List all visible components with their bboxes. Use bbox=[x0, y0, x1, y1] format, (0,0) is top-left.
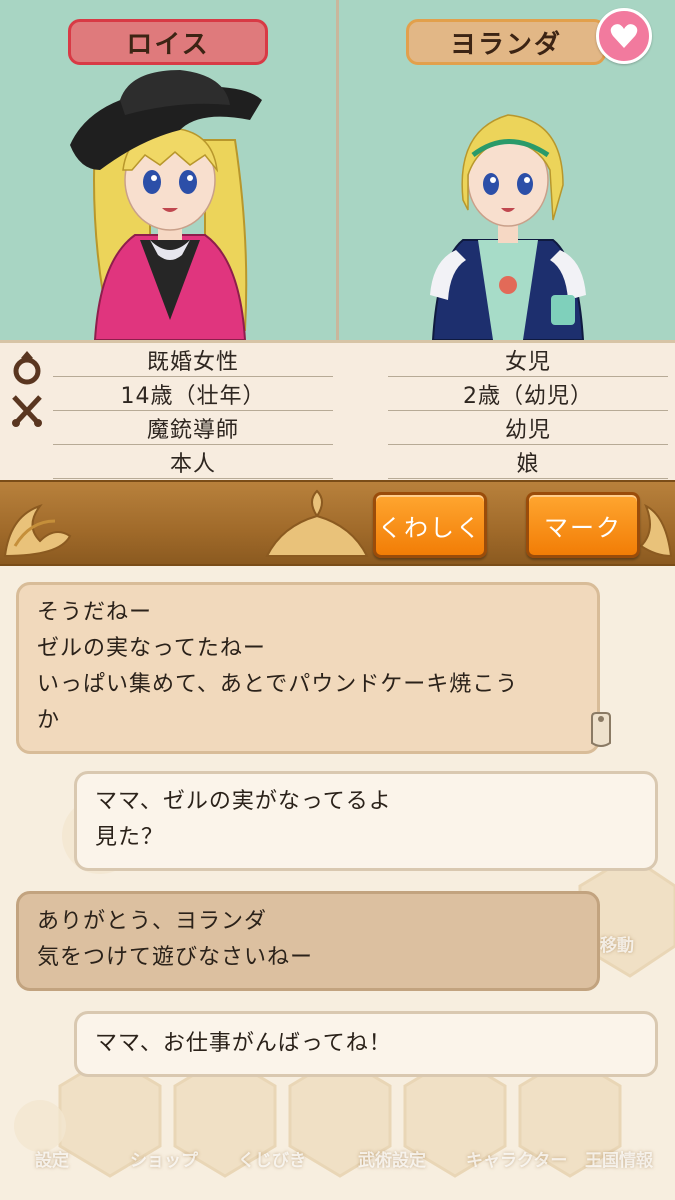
info-marital-status: 女児 bbox=[388, 343, 668, 377]
menu-martial-settings: 武術設定 bbox=[358, 1151, 426, 1171]
info-marital-status: 既婚女性 bbox=[53, 343, 333, 377]
name-tag-lois: ロイス bbox=[68, 19, 268, 65]
menu-kingdom-info: 王国情報 bbox=[585, 1151, 653, 1171]
info-job: 幼児 bbox=[388, 411, 668, 445]
action-bar: くわしく マーク bbox=[0, 480, 675, 566]
menu-lottery: くじびき bbox=[238, 1151, 306, 1171]
info-relation: 本人 bbox=[53, 445, 333, 479]
ornament-right bbox=[639, 503, 673, 558]
menu-settings: 設定 bbox=[35, 1151, 69, 1171]
details-button[interactable]: くわしく bbox=[373, 492, 487, 558]
ornament-center bbox=[265, 489, 369, 557]
character-lois-image bbox=[70, 70, 262, 340]
portrait-lois[interactable]: ロイス bbox=[0, 0, 337, 340]
message-line: 気をつけて遊びなさいねー bbox=[37, 945, 314, 970]
mark-button[interactable]: マーク bbox=[526, 492, 640, 558]
message-line: ママ、ゼルの実がなってるよ bbox=[95, 789, 392, 814]
info-column-yolanda: 女児 2歳（幼児） 幼児 娘 bbox=[388, 343, 668, 479]
info-job: 魔銃導師 bbox=[53, 411, 333, 445]
chat-message-incoming: ありがとう、ヨランダ 気をつけて遊びなさいねー bbox=[16, 891, 600, 991]
chat-message-outgoing: ママ、お仕事がんばってね！ bbox=[74, 1011, 658, 1077]
info-age: 2歳（幼児） bbox=[388, 377, 668, 411]
menu-move: 移動 bbox=[600, 936, 634, 956]
menu-shop: ショップ bbox=[130, 1151, 198, 1171]
message-line: ありがとう、ヨランダ bbox=[37, 909, 268, 934]
pin-icon[interactable] bbox=[588, 711, 614, 749]
crossed-swords-icon bbox=[12, 395, 42, 427]
name-tag-yolanda: ヨランダ bbox=[406, 19, 606, 65]
ring-icon bbox=[13, 351, 41, 385]
chat-area[interactable]: 設定 ショップ くじびき 武術設定 キャラクター 王国情報 移動 そうだねー ゼ… bbox=[0, 566, 675, 1200]
message-line: 見た？ bbox=[95, 825, 165, 850]
message-line: そうだねー bbox=[37, 600, 153, 625]
info-age: 14歳（壮年） bbox=[53, 377, 333, 411]
ornament-left bbox=[3, 504, 72, 558]
character-info-table: 既婚女性 14歳（壮年） 魔銃導師 本人 女児 2歳（幼児） 幼児 娘 bbox=[0, 340, 675, 480]
info-relation: 娘 bbox=[388, 445, 668, 479]
heart-icon bbox=[610, 24, 638, 48]
message-line: か bbox=[37, 708, 61, 733]
chat-message-outgoing: ママ、ゼルの実がなってるよ 見た？ bbox=[74, 771, 658, 871]
message-line: ゼルの実なってたねー bbox=[37, 636, 266, 661]
message-line: いっぱい集めて、あとでパウンドケーキ焼こう bbox=[37, 672, 519, 697]
favorite-button[interactable] bbox=[596, 8, 652, 64]
chat-message-incoming: そうだねー ゼルの実なってたねー いっぱい集めて、あとでパウンドケーキ焼こう か bbox=[16, 582, 600, 754]
info-column-lois: 既婚女性 14歳（壮年） 魔銃導師 本人 bbox=[53, 343, 333, 479]
message-line: ママ、お仕事がんばってね！ bbox=[95, 1031, 392, 1056]
menu-character: キャラクター bbox=[466, 1151, 568, 1171]
character-yolanda-image bbox=[430, 114, 586, 340]
